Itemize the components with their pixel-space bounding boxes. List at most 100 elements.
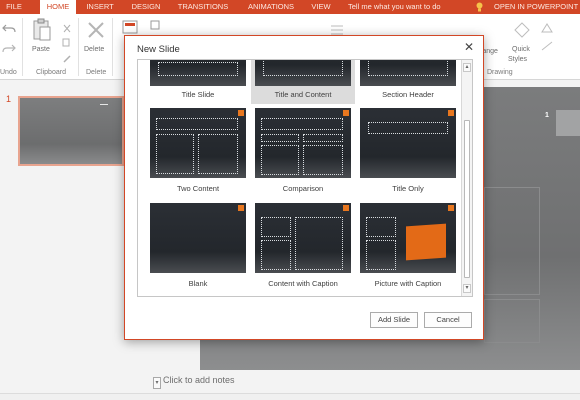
layout-label: Two Content [176,184,220,193]
cut-icon[interactable] [62,24,72,34]
quick-styles-icon[interactable] [514,22,530,38]
tab-animations[interactable]: ANIMATIONS [240,0,302,14]
tab-transitions[interactable]: TRANSITIONS [172,0,234,14]
quick-styles-label-1[interactable]: Quick [512,46,530,53]
new-slide-dialog: New Slide ✕ Title Slide Title and Conten… [124,35,484,340]
layout-placeholder [368,60,448,76]
paste-button-label[interactable]: Paste [32,46,50,53]
group-divider [22,18,23,76]
layout-placeholder [261,145,299,175]
dialog-title: New Slide [137,44,180,55]
layout-thumbnail [255,203,351,273]
layout-label: Title Slide [181,90,215,99]
gallery-scrollbar[interactable]: ▴ ▾ [461,60,472,296]
layout-placeholder [198,134,238,174]
lightbulb-icon [476,2,483,12]
layout-placeholder [303,145,343,175]
layout-placeholder [263,60,343,76]
format-painter-icon[interactable] [62,54,72,64]
layout-label: Title and Content [274,90,332,99]
tab-file[interactable]: FILE [0,0,28,14]
notes-toggle-button[interactable]: ▾ [153,377,161,389]
copy-icon[interactable] [62,38,72,48]
layout-placeholder [295,217,343,270]
slide-accent-bar [556,110,580,136]
tab-home[interactable]: HOME [40,0,76,14]
thumbnail-title-mark [100,104,108,105]
layout-thumbnail [360,108,456,178]
picture-placeholder [406,223,446,261]
layout-thumbnail [360,60,456,86]
layout-placeholder [261,217,291,237]
shape-fill-icon[interactable] [540,22,554,34]
layout-thumbnail [255,60,351,86]
redo-icon[interactable] [2,42,16,54]
ribbon-tab-bar: FILE HOME INSERT DESIGN TRANSITIONS ANIM… [0,0,580,14]
tab-insert[interactable]: INSERT [80,0,120,14]
shape-outline-icon[interactable] [540,40,554,52]
layout-thumbnail [150,203,246,273]
layout-comparison[interactable]: Comparison [251,104,355,196]
tell-me-search[interactable]: Tell me what you want to do [348,0,458,14]
layout-thumbnail [360,203,456,273]
layout-placeholder [366,217,396,237]
layout-picture-with-caption[interactable]: Picture with Caption [356,199,460,291]
scrollbar-thumb[interactable] [464,120,470,278]
layout-content-with-caption[interactable]: Content with Caption [251,199,355,291]
layout-title-and-content[interactable]: Title and Content [251,60,355,104]
layout-placeholder [261,134,299,142]
layout-label: Title Only [392,184,424,193]
scroll-up-arrow-icon[interactable]: ▴ [463,63,471,72]
layout-thumbnail [150,60,246,86]
layout-label: Blank [188,279,208,288]
layout-placeholder [261,240,291,270]
quick-styles-label-2[interactable]: Styles [508,56,527,63]
layout-placeholder [158,62,238,76]
group-label-drawing: Drawing [487,69,513,76]
layout-accent [343,110,349,116]
layout-placeholder [366,240,396,270]
layout-accent [448,110,454,116]
layout-label: Section Header [382,90,434,99]
layout-placeholder [156,134,194,174]
layout-placeholder [303,134,343,142]
layout-label: Content with Caption [268,279,338,288]
close-icon[interactable]: ✕ [464,40,474,54]
layout-title-only[interactable]: Title Only [356,104,460,196]
undo-icon[interactable] [2,22,16,34]
layout-section-header[interactable]: Section Header [356,60,460,104]
slide-thumbnail[interactable] [18,96,124,166]
notes-placeholder[interactable]: Click to add notes [163,375,235,385]
add-slide-button[interactable]: Add Slide [370,312,418,328]
slide-number-text: 1 [545,112,549,119]
status-bar [0,393,580,400]
tab-view[interactable]: VIEW [306,0,336,14]
content-placeholder[interactable] [484,187,540,295]
layout-icon[interactable] [150,20,160,30]
group-divider [112,18,113,76]
layout-label: Comparison [282,184,324,193]
layout-title-slide[interactable]: Title Slide [146,60,250,104]
layout-placeholder [368,122,448,134]
layout-two-content[interactable]: Two Content [146,104,250,196]
layout-gallery: Title Slide Title and Content Section He… [137,59,473,297]
layout-accent [238,205,244,211]
layout-accent [238,110,244,116]
scroll-down-arrow-icon[interactable]: ▾ [463,284,471,293]
new-slide-icon[interactable] [122,20,140,36]
tab-design[interactable]: DESIGN [124,0,168,14]
clipboard-icon[interactable] [32,18,52,42]
delete-button-label[interactable]: Delete [84,46,104,53]
layout-accent [343,205,349,211]
delete-icon[interactable] [86,20,106,40]
layout-accent [448,205,454,211]
layout-thumbnail [150,108,246,178]
layout-placeholder [261,118,343,130]
slide-thumbnail-pane: 1 [0,81,130,400]
open-in-powerpoint-button[interactable]: OPEN IN POWERPOINT [494,0,580,14]
thumbnail-number: 1 [6,94,12,104]
cancel-button[interactable]: Cancel [424,312,472,328]
group-divider [78,18,79,76]
footer-placeholder[interactable] [484,299,540,343]
layout-blank[interactable]: Blank [146,199,250,291]
